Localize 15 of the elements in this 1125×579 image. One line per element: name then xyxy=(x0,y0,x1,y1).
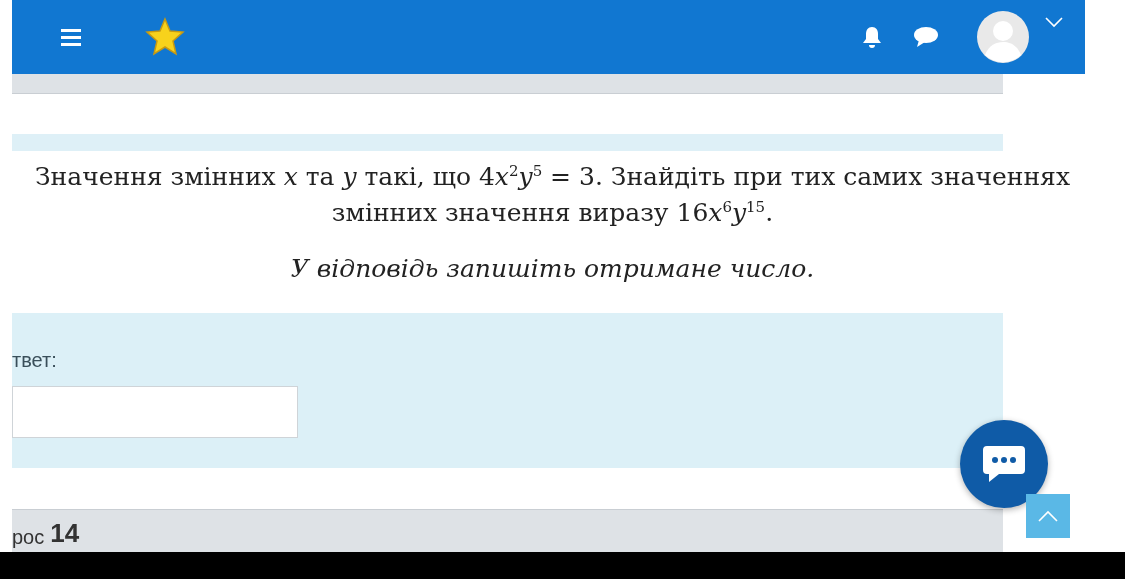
chat-button[interactable] xyxy=(960,420,1048,508)
instruction-text: У відповідь запишіть отримане число. xyxy=(289,253,816,285)
bell-icon[interactable] xyxy=(861,25,883,49)
chat-icon xyxy=(981,444,1027,484)
star-icon[interactable] xyxy=(145,17,185,57)
chevron-down-icon[interactable] xyxy=(1045,16,1063,28)
answer-field[interactable] xyxy=(12,386,298,438)
chevron-up-icon xyxy=(1038,510,1058,522)
question-label: рос xyxy=(12,526,45,549)
menu-icon[interactable] xyxy=(59,27,83,47)
answer-label: твет: xyxy=(12,349,57,372)
question-text: Значення змінних x та y такі, що 4x$^{2}$y$^{5}$ = 3. Знайдіть при тих самих значеннях змінних значення виразу 16x$^{6}$y$^{15}$. xyxy=(34,160,1071,229)
speech-bubble-icon[interactable] xyxy=(913,26,939,48)
question-number: 14 xyxy=(50,518,80,549)
avatar-icon[interactable] xyxy=(977,11,1029,63)
